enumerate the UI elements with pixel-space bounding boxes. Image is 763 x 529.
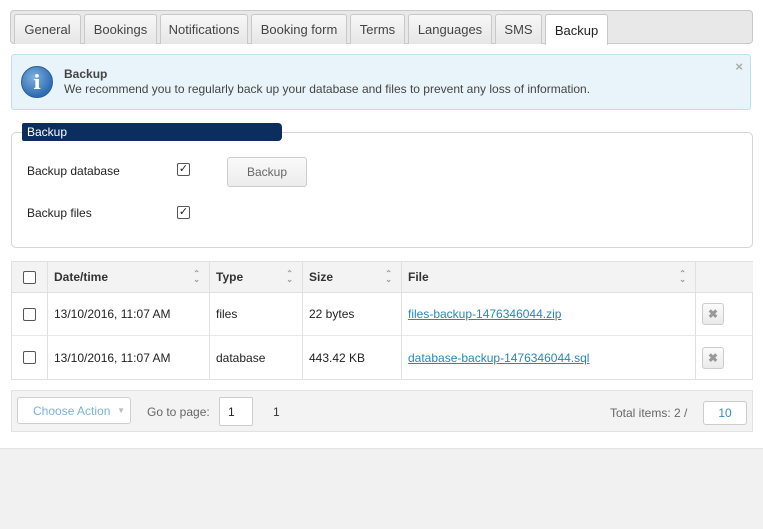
row-checkbox[interactable] bbox=[23, 351, 36, 364]
choose-action-label: Choose Action bbox=[33, 403, 111, 418]
backup-button[interactable]: Backup bbox=[227, 157, 307, 187]
select-all-header bbox=[12, 262, 48, 293]
tab-languages[interactable]: Languages bbox=[408, 14, 492, 44]
cell-type: database bbox=[210, 336, 303, 379]
tab-backup[interactable]: Backup bbox=[545, 14, 608, 45]
cell-size: 22 bytes bbox=[303, 293, 402, 336]
info-icon: i bbox=[21, 66, 53, 98]
cell-actions: ✖ bbox=[696, 336, 753, 379]
delete-button[interactable]: ✖ bbox=[702, 303, 724, 325]
items-per-page-select[interactable]: 10 bbox=[703, 401, 747, 425]
checkmark-icon: ✓ bbox=[178, 206, 189, 218]
notice-title: Backup bbox=[64, 67, 108, 81]
backups-table: Date/time ⌃ ⌄ Type ⌃ ⌄ Size ⌃ ⌄ File ⌃ ⌄ 13/… bbox=[11, 261, 753, 380]
sort-icon: ⌃ ⌄ bbox=[679, 269, 686, 284]
notice-text: We recommend you to regularly back up yo… bbox=[64, 82, 591, 96]
info-notice: i Backup We recommend you to regularly b… bbox=[11, 54, 751, 110]
sort-icon: ⌃ ⌄ bbox=[286, 269, 293, 284]
file-download-link[interactable]: database-backup-1476346044.sql bbox=[408, 351, 589, 365]
close-icon: ✖ bbox=[707, 307, 719, 321]
column-label: Size bbox=[309, 270, 334, 284]
goto-page-input[interactable] bbox=[219, 397, 253, 426]
backup-database-checkbox[interactable]: ✓ bbox=[177, 163, 190, 176]
backup-legend: Backup bbox=[22, 123, 282, 141]
tab-bar: General Bookings Notifications Booking f… bbox=[10, 10, 753, 45]
cell-size: 443.42 KB bbox=[303, 336, 402, 379]
sort-icon: ⌃ ⌄ bbox=[385, 269, 392, 284]
table-footer: Choose Action ▼ Go to page: 1 Total item… bbox=[11, 390, 753, 432]
backup-database-label: Backup database bbox=[27, 164, 120, 178]
tab-bookings[interactable]: Bookings bbox=[84, 14, 157, 44]
actions-header bbox=[696, 262, 753, 293]
column-header-type[interactable]: Type ⌃ ⌄ bbox=[210, 262, 303, 293]
column-label: Date/time bbox=[54, 270, 109, 284]
cell-datetime: 13/10/2016, 11:07 AM bbox=[48, 336, 210, 379]
backup-files-checkbox[interactable]: ✓ bbox=[177, 206, 190, 219]
cell-datetime: 13/10/2016, 11:07 AM bbox=[48, 293, 210, 336]
tab-booking-form[interactable]: Booking form bbox=[251, 14, 347, 44]
column-header-datetime[interactable]: Date/time ⌃ ⌄ bbox=[48, 262, 210, 293]
page-number-link[interactable]: 1 bbox=[273, 405, 280, 419]
cell-file: database-backup-1476346044.sql bbox=[402, 336, 696, 379]
settings-panel: General Bookings Notifications Booking f… bbox=[0, 0, 763, 449]
close-icon[interactable]: × bbox=[735, 59, 743, 74]
cell-type: files bbox=[210, 293, 303, 336]
row-checkbox[interactable] bbox=[23, 307, 36, 321]
tab-general[interactable]: General bbox=[14, 14, 81, 44]
column-label: File bbox=[408, 270, 429, 284]
file-download-link[interactable]: files-backup-1476346044.zip bbox=[408, 307, 561, 321]
column-header-size[interactable]: Size ⌃ ⌄ bbox=[303, 262, 402, 293]
backup-files-label: Backup files bbox=[27, 206, 92, 220]
choose-action-select[interactable]: Choose Action ▼ bbox=[17, 397, 131, 424]
checkmark-icon: ✓ bbox=[178, 163, 189, 175]
goto-page-label: Go to page: bbox=[147, 405, 210, 419]
column-header-file[interactable]: File ⌃ ⌄ bbox=[402, 262, 696, 293]
sort-icon: ⌃ ⌄ bbox=[193, 269, 200, 284]
caret-down-icon: ▼ bbox=[117, 406, 125, 415]
cell-actions: ✖ bbox=[696, 293, 753, 336]
cell-file: files-backup-1476346044.zip bbox=[402, 293, 696, 336]
select-all-checkbox[interactable] bbox=[23, 270, 36, 284]
tab-notifications[interactable]: Notifications bbox=[160, 14, 248, 44]
delete-button[interactable]: ✖ bbox=[702, 346, 724, 369]
table-row-select bbox=[12, 336, 48, 379]
backup-fieldset bbox=[11, 132, 753, 248]
column-label: Type bbox=[216, 270, 244, 284]
close-icon: ✖ bbox=[707, 350, 719, 365]
table-row-select bbox=[12, 293, 48, 336]
total-items-label: Total items: 2 / bbox=[610, 406, 688, 420]
tab-sms[interactable]: SMS bbox=[495, 14, 542, 44]
tab-terms[interactable]: Terms bbox=[350, 14, 405, 44]
